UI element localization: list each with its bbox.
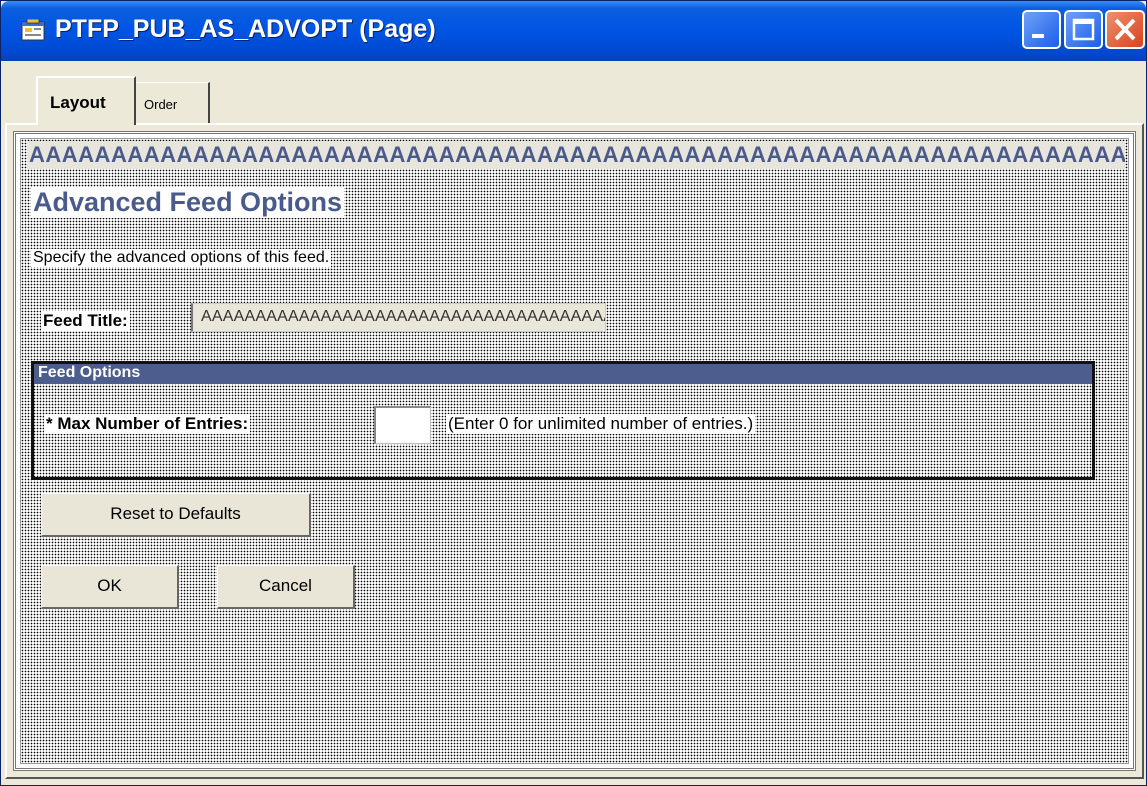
layout-panel: AAAAAAAAAAAAAAAAAAAAAAAAAAAAAAAAAAAAAAAA… bbox=[5, 123, 1144, 779]
title-bar[interactable]: PTFP_PUB_AS_ADVOPT (Page) bbox=[1, 1, 1146, 61]
max-entries-input[interactable] bbox=[374, 406, 431, 444]
close-button[interactable] bbox=[1105, 10, 1145, 49]
max-entries-hint[interactable]: (Enter 0 for unlimited number of entries… bbox=[446, 414, 756, 434]
feed-title-field[interactable]: AAAAAAAAAAAAAAAAAAAAAAAAAAAAAAAAAAAAAA bbox=[191, 303, 606, 332]
maximize-button[interactable] bbox=[1064, 10, 1103, 49]
close-icon bbox=[1114, 18, 1136, 41]
max-entries-label[interactable]: * Max Number of Entries: bbox=[44, 414, 251, 434]
page-title[interactable]: Advanced Feed Options bbox=[31, 187, 345, 218]
page-banner-field[interactable]: AAAAAAAAAAAAAAAAAAAAAAAAAAAAAAAAAAAAAAAA… bbox=[27, 141, 1125, 169]
feed-options-group[interactable]: Feed Options * Max Number of Entries: (E… bbox=[31, 361, 1095, 480]
tab-order-label: Order bbox=[144, 97, 178, 112]
page-definition-icon bbox=[21, 19, 45, 41]
page-canvas-frame: AAAAAAAAAAAAAAAAAAAAAAAAAAAAAAAAAAAAAAAA… bbox=[13, 131, 1136, 771]
page-canvas[interactable]: AAAAAAAAAAAAAAAAAAAAAAAAAAAAAAAAAAAAAAAA… bbox=[20, 138, 1129, 764]
designer-window: PTFP_PUB_AS_ADVOPT (Page) Layout Order A… bbox=[0, 0, 1147, 786]
minimize-button[interactable] bbox=[1022, 10, 1061, 49]
ok-button[interactable]: OK bbox=[41, 565, 179, 609]
reset-to-defaults-button[interactable]: Reset to Defaults bbox=[41, 493, 311, 537]
group-header-label: Feed Options bbox=[38, 364, 141, 381]
cancel-button[interactable]: Cancel bbox=[217, 565, 355, 609]
page-description[interactable]: Specify the advanced options of this fee… bbox=[31, 249, 332, 267]
feed-title-label[interactable]: Feed Title: bbox=[41, 311, 130, 331]
maximize-icon bbox=[1072, 18, 1095, 41]
tab-layout-label: Layout bbox=[50, 93, 106, 112]
feed-title-value: AAAAAAAAAAAAAAAAAAAAAAAAAAAAAAAAAAAAAA bbox=[201, 308, 606, 325]
window-title: PTFP_PUB_AS_ADVOPT (Page) bbox=[55, 15, 436, 43]
group-header: Feed Options bbox=[34, 364, 1092, 384]
tab-layout[interactable]: Layout bbox=[36, 76, 136, 125]
tab-order[interactable]: Order bbox=[135, 82, 210, 124]
minimize-icon bbox=[1032, 34, 1044, 38]
